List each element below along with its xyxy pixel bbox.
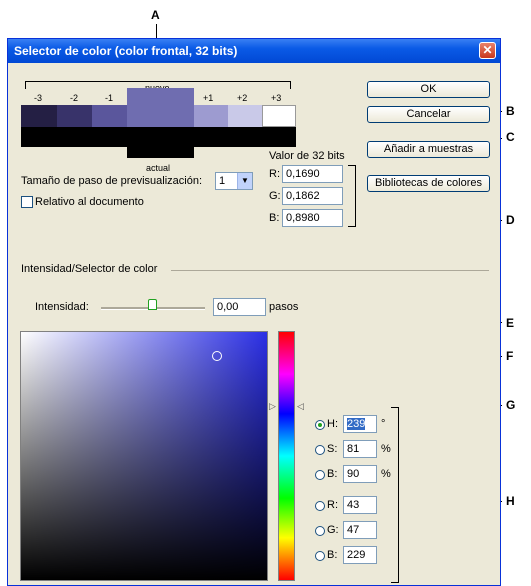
saturation-brightness-field[interactable] (20, 331, 268, 581)
b2-label: B: (327, 549, 338, 561)
radio-h[interactable] (315, 420, 325, 430)
radio-s[interactable] (315, 445, 325, 455)
s-label: S: (327, 443, 338, 455)
callout-a: A (151, 8, 160, 22)
window-title: Selector de color (color frontal, 32 bit… (14, 44, 238, 58)
title-bar: Selector de color (color frontal, 32 bit… (8, 39, 500, 63)
ok-button[interactable]: OK (367, 81, 490, 98)
hue-left-arrow-icon[interactable]: ▷ (269, 401, 276, 412)
s-field[interactable]: 81 (343, 440, 377, 458)
intensity-field[interactable]: 0,00 (213, 298, 266, 316)
bits32-b-label: B: (269, 212, 280, 224)
callout-b: B (506, 104, 515, 118)
s-unit: % (381, 443, 391, 455)
b-unit: % (381, 468, 391, 480)
hue-slider[interactable] (278, 331, 295, 581)
radio-g[interactable] (315, 526, 325, 536)
swatch-plus1[interactable] (194, 105, 228, 127)
section-divider (171, 270, 489, 271)
b-field[interactable]: 90 (343, 465, 377, 483)
close-icon: ✕ (482, 43, 493, 57)
bits32-g-field[interactable]: 0,1862 (282, 187, 343, 205)
b-label: B: (327, 468, 338, 480)
swatch-plus3[interactable] (262, 105, 296, 127)
intensity-unit: pasos (269, 301, 299, 313)
callout-e: E (506, 316, 515, 330)
swatch-minus1[interactable] (92, 105, 127, 127)
color-field-cursor[interactable] (212, 351, 222, 361)
callout-h: H (506, 494, 515, 508)
bits32-r-field[interactable]: 0,1690 (282, 165, 343, 183)
radio-b2[interactable] (315, 551, 325, 561)
step-label-plus3: +3 (271, 93, 282, 103)
bits32-g-label: G: (269, 190, 281, 202)
g-label: G: (327, 524, 339, 536)
radio-r[interactable] (315, 501, 325, 511)
callout-g: G (506, 398, 516, 412)
intensity-slider-thumb[interactable] (148, 299, 157, 310)
current-color-swatch (127, 127, 194, 158)
current-color-label: actual (146, 163, 171, 173)
add-to-swatches-button[interactable]: Añadir a muestras (367, 141, 490, 158)
relative-doc-checkbox[interactable] (21, 196, 33, 208)
h-unit: ° (381, 418, 386, 430)
swatch-minus3[interactable] (21, 105, 57, 127)
swatch-plus2[interactable] (228, 105, 262, 127)
h-value: 239 (347, 418, 366, 430)
chevron-down-icon: ▼ (237, 173, 252, 189)
radio-b[interactable] (315, 470, 325, 480)
step-label-plus2: +2 (237, 93, 248, 103)
picker-bracket (391, 407, 399, 583)
bits32-bracket (348, 165, 356, 227)
step-label-plus1: +1 (203, 93, 214, 103)
callout-d: D (506, 213, 515, 227)
step-size-select[interactable]: 1 ▼ (215, 172, 253, 190)
close-button[interactable]: ✕ (479, 42, 496, 59)
bits32-r-label: R: (269, 168, 280, 180)
b2-field[interactable]: 229 (343, 546, 377, 564)
r-label: R: (327, 499, 338, 511)
swatch-minus2[interactable] (57, 105, 92, 127)
bits32-b-field[interactable]: 0,8980 (282, 209, 343, 227)
bits32-heading: Valor de 32 bits (269, 150, 345, 162)
callout-c: C (506, 130, 515, 144)
new-color-swatch (127, 88, 194, 127)
r-field[interactable]: 43 (343, 496, 377, 514)
step-label-minus3: -3 (34, 93, 43, 103)
color-picker-dialog: Selector de color (color frontal, 32 bit… (7, 38, 501, 586)
section-label: Intensidad/Selector de color (21, 263, 158, 275)
h-label: H: (327, 418, 338, 430)
callout-f: F (506, 349, 514, 363)
g-field[interactable]: 47 (343, 521, 377, 539)
relative-doc-label: Relativo al documento (35, 196, 144, 208)
cancel-button[interactable]: Cancelar (367, 106, 490, 123)
hue-right-arrow-icon[interactable]: ◁ (297, 401, 304, 412)
step-label-minus2: -2 (70, 93, 79, 103)
step-size-label: Tamaño de paso de previsualización: (21, 175, 203, 187)
step-size-value: 1 (219, 175, 226, 187)
h-field[interactable]: 239 (343, 415, 377, 433)
color-libraries-button[interactable]: Bibliotecas de colores (367, 175, 490, 192)
intensity-label: Intensidad: (35, 301, 89, 313)
step-label-minus1: -1 (105, 93, 114, 103)
